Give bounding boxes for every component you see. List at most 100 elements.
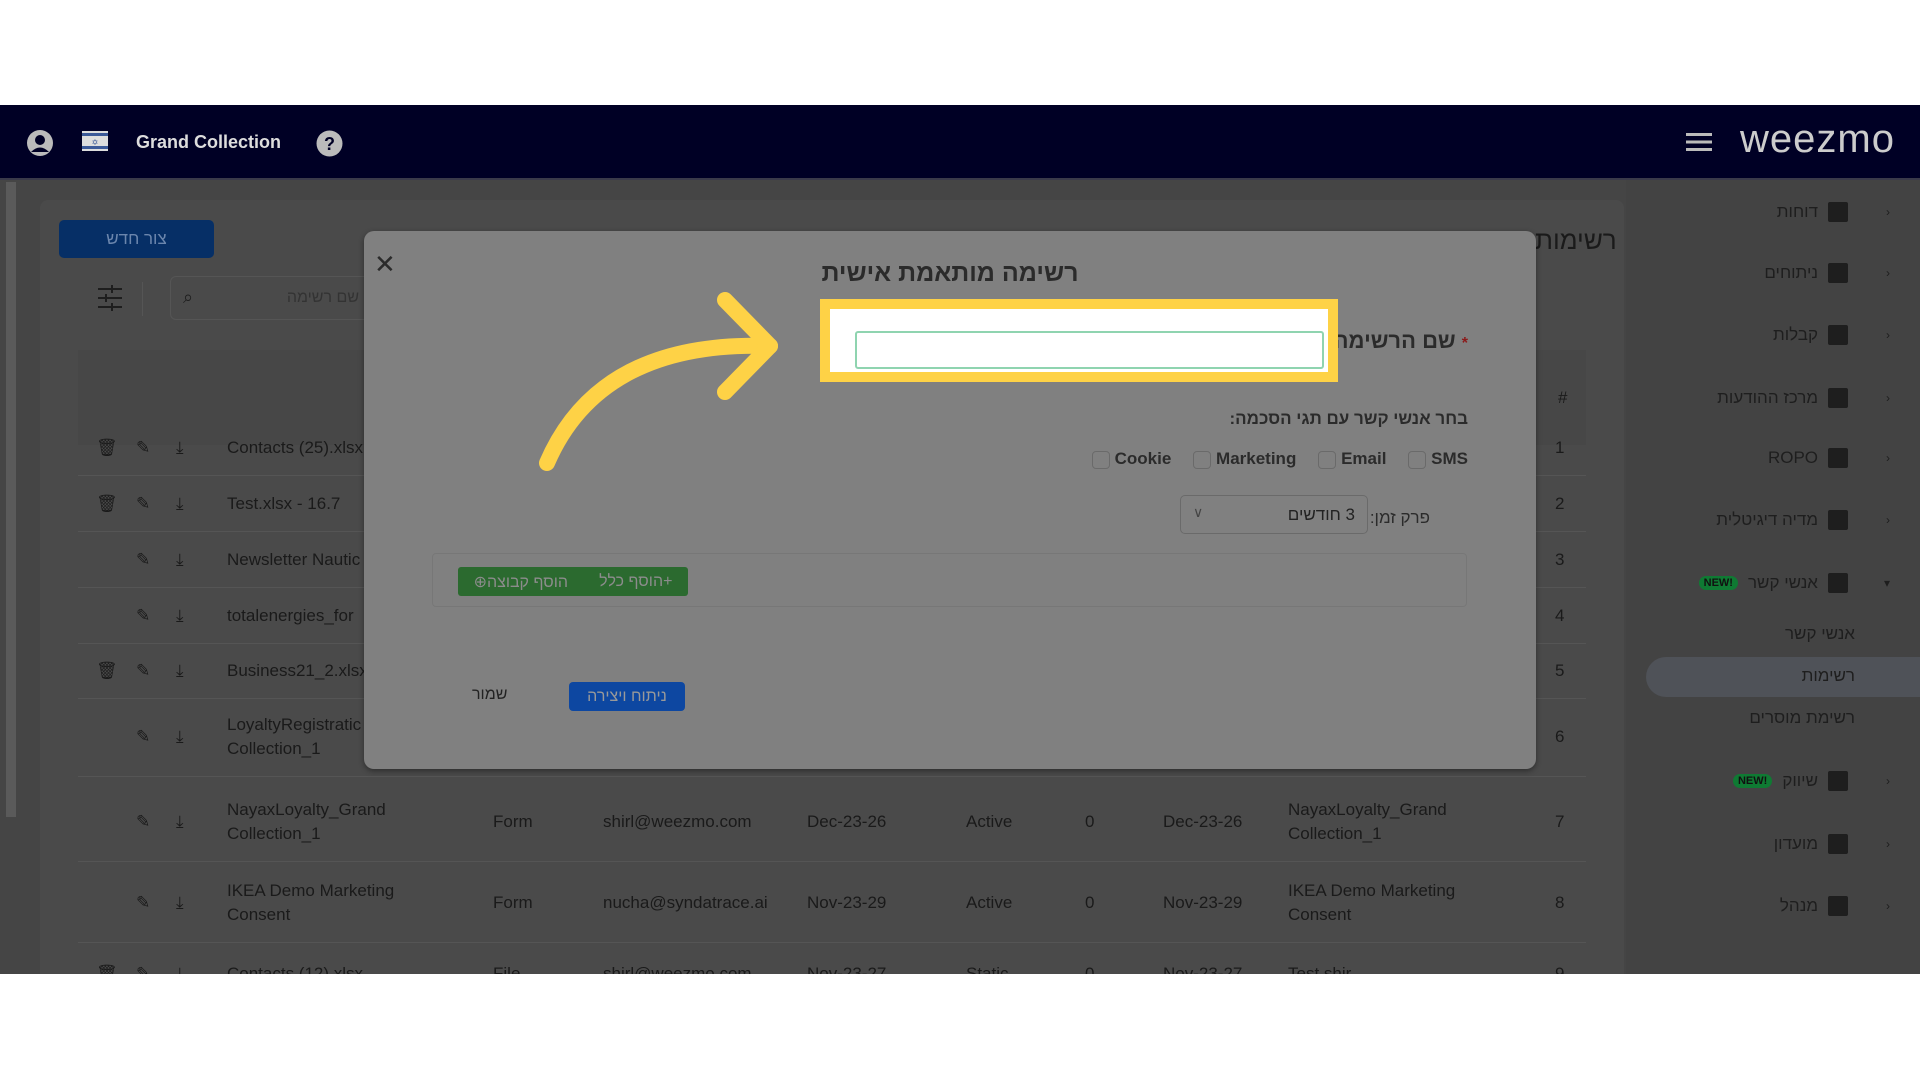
row-number: 7 [1555,811,1565,831]
search-box[interactable]: ⌕ שם רשימה [170,276,370,320]
table-row[interactable]: ✎ ⤓ NayaxLoyalty_Grand Collection_1 Form… [78,782,1586,862]
list-count: 0 [1085,811,1095,831]
column-number-header: # [1558,388,1568,407]
analytics-icon [1828,263,1848,283]
edit-icon[interactable]: ✎ [136,494,150,514]
delete-icon[interactable]: 🗑 [96,964,118,975]
edit-icon[interactable]: ✎ [136,727,150,747]
add-rule-button[interactable]: +הוסף כלל [599,573,672,591]
list-status: Active [966,892,1013,912]
help-icon[interactable]: ? [316,130,343,157]
edit-icon[interactable]: ✎ [136,661,150,681]
download-icon[interactable]: ⤓ [176,661,184,681]
sidebar-item[interactable]: מועדון › [1626,824,1920,864]
list-type: Form [493,811,533,831]
consent-option[interactable]: Cookie [1091,449,1171,469]
consent-checkboxes: SMS Email Marketing Cookie [1091,449,1468,469]
scrollbar[interactable] [6,182,16,817]
table-row[interactable]: 🗑 ✎ ⤓ Contacts (12).xlsx File shirl@weez… [78,944,1586,975]
table-row[interactable]: ✎ ⤓ IKEA Demo Marketing Consent Form nuc… [78,863,1586,943]
sidebar-item-label: ROPO [1767,448,1818,467]
list-description: NayaxLoyalty_Grand Collection_1 [1288,799,1447,843]
contacts-icon [1828,573,1848,593]
chevron-right-icon: › [1886,774,1890,788]
create-new-button[interactable]: צור חדש [59,220,214,258]
edit-icon[interactable]: ✎ [136,893,150,913]
israel-flag-icon[interactable]: ✡ [82,131,108,151]
sidebar-item[interactable]: מנהל › [1626,886,1920,926]
required-mark: * [1461,335,1468,352]
receipt-icon [1828,325,1848,345]
checkbox[interactable] [1091,450,1110,469]
download-icon[interactable]: ⤓ [176,964,184,975]
delete-icon[interactable]: 🗑 [96,494,118,514]
sidebar-item[interactable]: ניתוחים › [1626,253,1920,293]
download-icon[interactable]: ⤓ [176,727,184,747]
delete-icon[interactable]: 🗑 [96,438,118,458]
consent-option[interactable]: Marketing [1193,449,1296,469]
svg-text:?: ? [324,134,335,154]
weezmo-logo: weezmo [1740,117,1895,161]
download-icon[interactable]: ⤓ [176,550,184,570]
checkbox[interactable] [1318,450,1337,469]
chevron-right-icon: › [1886,205,1890,219]
save-button[interactable]: שמור [472,686,507,704]
period-select[interactable]: 3 חודשים ∨ [1180,495,1368,534]
list-date: Nov-23-29 [807,892,887,912]
chevron-down-icon: ▾ [1883,576,1890,590]
download-icon[interactable]: ⤓ [176,494,184,514]
list-email: shirl@weezmo.com [603,963,752,975]
edit-icon[interactable]: ✎ [136,550,150,570]
rules-group-box: +הוסף כלל הוסף קבוצה⊕ [432,553,1467,607]
sidebar-item-label: שיווק [1782,771,1818,790]
sidebar-item[interactable]: קבלות › [1626,315,1920,355]
list-description: Test shir [1288,963,1352,975]
sidebar-item-label: ניתוחים [1764,263,1818,282]
download-icon[interactable]: ⤓ [176,438,184,458]
user-icon[interactable] [26,129,54,157]
sidebar-item[interactable]: דוחות › [1626,192,1920,232]
dashboard-icon [1828,202,1848,222]
sidebar-sub-item[interactable]: רשימת מוסרים [1626,700,1920,736]
sidebar-item[interactable]: NEW! אנשי קשר ▾ [1626,563,1920,603]
period-label: פרק זמן: [1369,508,1430,527]
hamburger-menu-icon[interactable] [1686,131,1712,153]
sidebar-item[interactable]: ROPO › [1626,438,1920,478]
list-name-input[interactable] [855,331,1324,369]
checkbox[interactable] [1408,450,1427,469]
filter-sliders-icon[interactable] [98,285,122,311]
download-icon[interactable]: ⤓ [176,812,184,832]
download-icon[interactable]: ⤓ [176,893,184,913]
edit-icon[interactable]: ✎ [136,812,150,832]
list-count: 0 [1085,963,1095,975]
sidebar-item[interactable]: NEW! שיווק › [1626,761,1920,801]
consent-option[interactable]: SMS [1408,449,1468,469]
list-type: Form [493,892,533,912]
sidebar-sub-item[interactable]: רשימות [1626,658,1920,694]
list-name: Contacts (12).xlsx [227,963,364,975]
new-badge: NEW! [1698,576,1738,590]
consent-option[interactable]: Email [1318,449,1386,469]
edit-icon[interactable]: ✎ [136,606,150,626]
store-name[interactable]: Grand Collection [136,132,281,153]
list-description: IKEA Demo Marketing Consent [1288,880,1456,924]
add-group-button[interactable]: הוסף קבוצה⊕ [474,572,568,592]
page-title: רשימות [1535,225,1617,255]
list-updated: Nov-23-27 [1163,963,1243,975]
list-type: File [493,963,521,975]
sidebar-item[interactable]: מרכז ההודעות › [1626,378,1920,418]
search-placeholder: שם רשימה [286,289,359,306]
infinity-icon [1828,448,1848,468]
new-badge: NEW! [1732,774,1773,788]
analyze-and-create-button[interactable]: ניתוח ויצירה [569,682,685,711]
edit-icon[interactable]: ✎ [136,438,150,458]
delete-icon[interactable]: 🗑 [96,661,118,681]
edit-icon[interactable]: ✎ [136,964,150,975]
sidebar-sub-item[interactable]: אנשי קשר [1626,616,1920,652]
sidebar-item[interactable]: מדיה דיגיטלית › [1626,500,1920,540]
download-icon[interactable]: ⤓ [176,606,184,626]
checkbox[interactable] [1193,450,1212,469]
list-status: Active [966,811,1013,831]
sidebar-item-label: מרכז ההודעות [1717,388,1818,407]
row-number: 1 [1555,437,1565,457]
